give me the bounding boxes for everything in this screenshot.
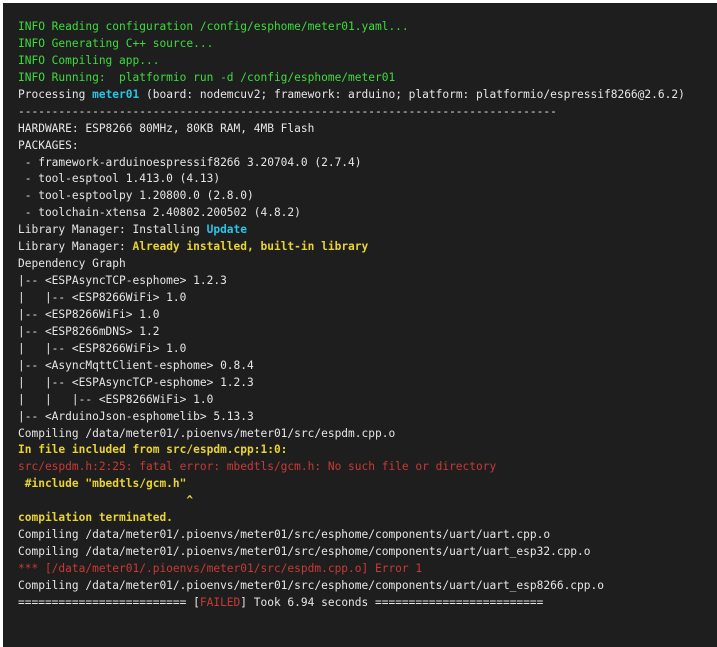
log-text-segment: |-- <ESPAsyncTCP-esphome> 1.2.3 [18,274,227,288]
log-text-segment: Update [206,223,248,237]
log-text-segment: | |-- <ESPAsyncTCP-esphome> 1.2.3 [18,375,254,389]
log-line: - framework-arduinoespressif8266 3.20704… [18,155,717,172]
log-text-segment: |-- <ESP8266WiFi> 1.0 [18,307,160,321]
log-line: Library Manager: Already installed, buil… [18,239,717,256]
log-text-segment: Compiling /data/meter01/.pioenvs/meter01… [18,426,396,440]
log-line: In file included from src/espdm.cpp:1:0: [18,442,717,459]
log-line: #include "mbedtls/gcm.h" [18,476,717,493]
log-text-segment: ----------------------------------------… [18,104,557,118]
log-text-segment: Compiling /data/meter01/.pioenvs/meter01… [18,528,551,542]
log-line: INFO Running: platformio run -d /config/… [18,70,717,87]
log-text-segment: - tool-esptool 1.413.0 (4.13) [18,172,221,186]
log-line: - tool-esptool 1.413.0 (4.13) [18,171,717,188]
log-line: |-- <ESPAsyncTCP-esphome> 1.2.3 [18,273,717,290]
console-log-output[interactable]: INFO Reading configuration /config/espho… [3,3,717,647]
log-line: INFO Compiling app... [18,53,717,70]
log-text-segment: ========================= [ [18,595,200,609]
log-text-segment: PACKAGES: [18,138,79,152]
log-text-segment: ] Took 6.94 seconds ====================… [240,595,544,609]
log-line: |-- <AsyncMqttClient-esphome> 0.8.4 [18,358,717,375]
log-line: HARDWARE: ESP8266 80MHz, 80KB RAM, 4MB F… [18,121,717,138]
log-line: - toolchain-xtensa 2.40802.200502 (4.8.2… [18,205,717,222]
log-line: Compiling /data/meter01/.pioenvs/meter01… [18,527,717,544]
log-line: |-- <ESP8266WiFi> 1.0 [18,307,717,324]
log-text-segment: - tool-esptoolpy 1.20800.0 (2.8.0) [18,189,254,203]
log-text-segment: src/espdm.h:2:25: fatal error: mbedtls/g… [18,460,497,474]
log-text-segment: | |-- <ESP8266WiFi> 1.0 [18,341,187,355]
log-line: |-- <ESP8266mDNS> 1.2 [18,324,717,341]
log-text-segment: meter01 [92,87,140,101]
log-line: - tool-esptoolpy 1.20800.0 (2.8.0) [18,188,717,205]
log-line: PACKAGES: [18,138,717,155]
log-line: Compiling /data/meter01/.pioenvs/meter01… [18,544,717,561]
log-text-segment: Processing [18,87,93,101]
log-line: compilation terminated. [18,510,717,527]
log-lines: INFO Reading configuration /config/espho… [18,19,717,612]
log-line: ^ [18,493,717,510]
log-text-segment: Compiling /data/meter01/.pioenvs/meter01… [18,545,591,559]
log-line: *** [/data/meter01/.pioenvs/meter01/src/… [18,561,717,578]
log-text-segment: |-- <ESP8266mDNS> 1.2 [18,324,160,338]
log-line: INFO Reading configuration /config/espho… [18,19,717,36]
log-text-segment: Dependency Graph [18,257,126,271]
log-line: INFO Generating C++ source... [18,36,717,53]
log-line: | |-- <ESPAsyncTCP-esphome> 1.2.3 [18,375,717,392]
log-text-segment: | | |-- <ESP8266WiFi> 1.0 [18,392,214,406]
log-line: Dependency Graph [18,256,717,273]
log-text-segment: compilation terminated. [18,511,173,525]
log-text-segment: |-- <AsyncMqttClient-esphome> 0.8.4 [18,358,254,372]
log-text-segment: |-- <ArduinoJson-esphomelib> 5.13.3 [18,409,254,423]
log-line: Compiling /data/meter01/.pioenvs/meter01… [18,426,717,443]
log-line: ----------------------------------------… [18,104,717,121]
log-text-segment: In file included from src/espdm.cpp:1:0: [18,443,288,457]
log-text-segment: FAILED [199,595,241,609]
log-text-segment: #include "mbedtls/gcm.h" [18,477,187,491]
log-text-segment: - framework-arduinoespressif8266 3.20704… [18,155,362,169]
log-text-segment: HARDWARE: ESP8266 80MHz, 80KB RAM, 4MB F… [18,121,315,135]
log-text-segment: INFO Compiling app... [18,53,160,67]
log-text-segment: (board: nodemcuv2; framework: arduino; p… [139,87,685,101]
log-line: Library Manager: Installing Update [18,222,717,239]
log-line: |-- <ArduinoJson-esphomelib> 5.13.3 [18,409,717,426]
log-line: | |-- <ESP8266WiFi> 1.0 [18,290,717,307]
log-text-segment: Already installed, built-in library [132,240,369,254]
log-text-segment: Compiling /data/meter01/.pioenvs/meter01… [18,578,604,592]
log-line: Processing meter01 (board: nodemcuv2; fr… [18,87,717,104]
log-line: | | |-- <ESP8266WiFi> 1.0 [18,392,717,409]
log-text-segment: | |-- <ESP8266WiFi> 1.0 [18,291,187,304]
log-text-segment: *** [/data/meter01/.pioenvs/meter01/src/… [18,562,423,575]
log-line: src/espdm.h:2:25: fatal error: mbedtls/g… [18,459,717,476]
log-text-segment: INFO Generating C++ source... [18,36,214,50]
log-text-segment: ^ [18,494,194,508]
log-line: Compiling /data/meter01/.pioenvs/meter01… [18,578,717,595]
log-text-segment: INFO Reading configuration /config/espho… [18,20,409,33]
log-line: | |-- <ESP8266WiFi> 1.0 [18,341,717,358]
log-text-segment: - toolchain-xtensa 2.40802.200502 (4.8.2… [18,206,301,220]
log-text-segment: Library Manager: Installing [18,223,207,237]
log-text-segment: Library Manager: [18,240,133,254]
log-text-segment: INFO Running: platformio run -d /config/… [18,70,396,84]
log-line: ========================= [FAILED] Took … [18,595,717,612]
